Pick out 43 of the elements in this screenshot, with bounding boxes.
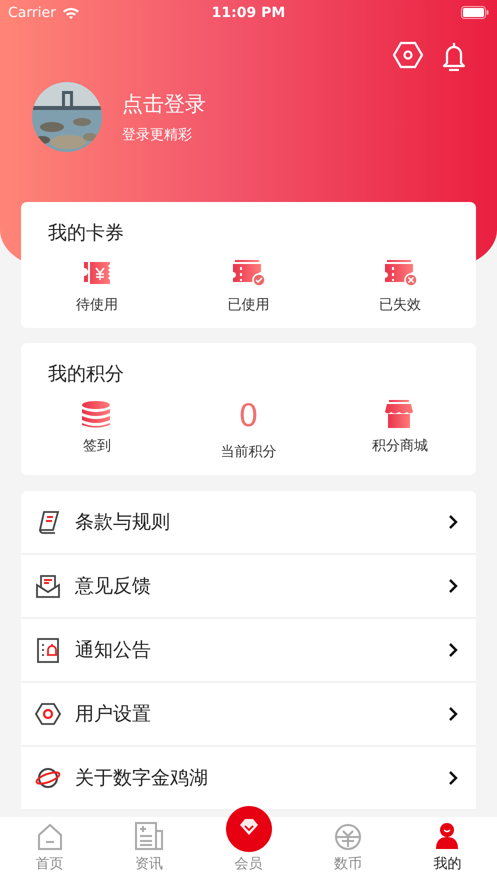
- menu-label: 用户设置: [75, 702, 152, 727]
- tab-item[interactable]: 首页: [0, 817, 100, 883]
- coupon-label[interactable]: 待使用: [76, 296, 118, 314]
- tab-item[interactable]: 资讯: [99, 817, 199, 883]
- tab-item[interactable]: 会员: [198, 817, 298, 883]
- settings-icon[interactable]: [393, 41, 423, 69]
- home-icon: [36, 823, 63, 851]
- menu-label: 条款与规则: [75, 510, 171, 535]
- carrier-label: Carrier: [8, 4, 56, 20]
- points-label[interactable]: 签到: [82, 437, 111, 455]
- bell-list-icon: [35, 637, 61, 663]
- chevron-icon: [448, 770, 458, 786]
- menu-row[interactable]: 意见反馈: [21, 555, 476, 619]
- menu-label: 通知公告: [75, 638, 152, 663]
- status-time: 11:09 PM: [210, 4, 286, 20]
- bell-icon[interactable]: [441, 41, 467, 71]
- wifi-icon: [62, 6, 80, 19]
- card-title: 我的卡券: [47, 221, 125, 246]
- coupon-label[interactable]: 已失效: [379, 296, 422, 314]
- chevron-icon: [448, 706, 458, 722]
- menu-label: 关于数字金鸡湖: [75, 766, 209, 791]
- diamond-button-icon[interactable]: [226, 806, 272, 852]
- chevron-icon: [448, 642, 458, 658]
- coupon-label[interactable]: 已使用: [227, 296, 270, 314]
- menu-row[interactable]: 条款与规则: [21, 491, 476, 555]
- card-title: 我的积分: [47, 362, 125, 387]
- coin-icon: [334, 823, 362, 851]
- tab-item[interactable]: 我的: [398, 817, 497, 883]
- newspaper-icon: [134, 821, 164, 851]
- points-label[interactable]: 当前积分: [220, 443, 276, 461]
- chevron-icon: [448, 578, 458, 594]
- settings-icon: [35, 701, 61, 727]
- battery-icon: [460, 6, 489, 19]
- menu-row[interactable]: 用户设置: [21, 683, 476, 747]
- points-value: 0: [238, 399, 258, 436]
- points-label[interactable]: 积分商城: [372, 437, 428, 455]
- envelope-icon: [35, 573, 61, 599]
- login-subtitle: 登录更精彩: [122, 126, 193, 144]
- tab-item[interactable]: 数币: [298, 817, 398, 883]
- planet-icon: [35, 765, 61, 791]
- menu-row[interactable]: 通知公告: [21, 619, 476, 683]
- chevron-icon: [448, 514, 458, 530]
- menu-label: 意见反馈: [75, 574, 152, 599]
